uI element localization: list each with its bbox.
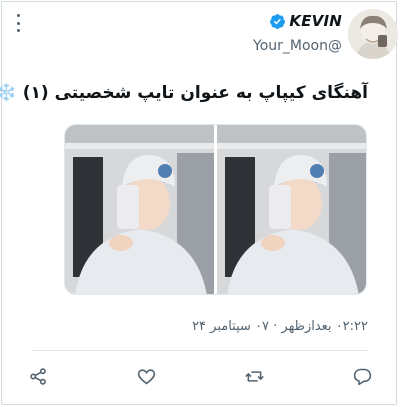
share-icon [29, 367, 46, 385]
like-button[interactable] [132, 362, 160, 390]
more-options-icon[interactable] [10, 14, 26, 32]
share-button[interactable] [24, 362, 52, 390]
reply-icon [353, 368, 371, 385]
tweet-photo-2[interactable] [217, 125, 366, 294]
divider [32, 350, 368, 351]
snowflake-emoji: ❄️ [0, 83, 17, 103]
user-name-row[interactable]: KEVIN [269, 12, 342, 30]
tweet-photo-1[interactable] [65, 125, 214, 294]
heart-icon [137, 368, 155, 384]
avatar[interactable] [348, 9, 398, 59]
tweet-text-body: آهنگای کیپاپ به عنوان تایپ شخصیتی (۱) [22, 83, 368, 103]
retweet-button[interactable] [240, 362, 268, 390]
tweet-actions [24, 362, 376, 390]
retweet-icon [244, 370, 264, 382]
verified-badge-icon [270, 13, 286, 29]
reply-button[interactable] [348, 362, 376, 390]
media-grid [64, 124, 367, 295]
user-handle[interactable]: Your_Moon@ [253, 38, 342, 54]
tweet-timestamp[interactable]: ۰۲:۲۲ بعدازظهر · ۰۷ سپتامبر ۲۴ [192, 319, 368, 334]
display-name: KEVIN [289, 12, 342, 30]
tweet-text: آهنگای کیپاپ به عنوان تایپ شخصیتی (۱) ❄️ [0, 83, 368, 103]
